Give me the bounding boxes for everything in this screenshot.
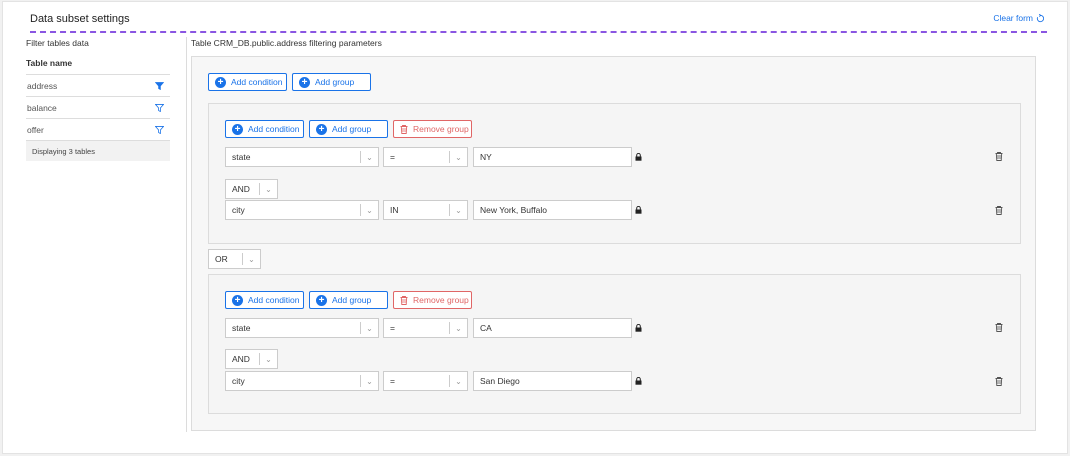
operator-select[interactable]: = ⌄	[383, 371, 468, 391]
lock-icon[interactable]	[635, 377, 642, 385]
remove-group-button[interactable]: Remove group	[393, 120, 472, 138]
value-text: New York, Buffalo	[480, 205, 547, 215]
trash-icon	[400, 124, 408, 134]
remove-group-button[interactable]: Remove group	[393, 291, 472, 309]
value-input[interactable]: New York, Buffalo	[473, 200, 632, 220]
add-condition-button[interactable]: + Add condition	[225, 291, 304, 309]
value-text: NY	[480, 152, 492, 162]
field-select[interactable]: state ⌄	[225, 147, 379, 167]
add-condition-label: Add condition	[231, 77, 283, 87]
filter-params-title: Table CRM_DB.public.address filtering pa…	[191, 38, 382, 48]
filter-icon[interactable]	[155, 103, 164, 112]
field-value: city	[232, 205, 245, 215]
chevron-down-icon: ⌄	[360, 151, 378, 163]
chevron-down-icon: ⌄	[449, 322, 467, 334]
tables-count: Displaying 3 tables	[26, 141, 170, 161]
value-input[interactable]: NY	[473, 147, 632, 167]
delete-condition-icon[interactable]	[995, 152, 1003, 161]
add-group-button[interactable]: + Add group	[309, 291, 388, 309]
value-input[interactable]: CA	[473, 318, 632, 338]
trash-icon	[400, 295, 408, 305]
chevron-down-icon: ⌄	[242, 253, 260, 265]
value-text: San Diego	[480, 376, 520, 386]
operator-value: =	[390, 323, 395, 333]
column-divider	[186, 37, 187, 432]
table-row-address[interactable]: address	[26, 75, 170, 97]
chevron-down-icon: ⌄	[449, 375, 467, 387]
clear-form-label: Clear form	[993, 13, 1033, 23]
page-title: Data subset settings	[30, 13, 130, 25]
table-row-label: balance	[27, 102, 57, 113]
operator-value: IN	[390, 205, 399, 215]
filter-tables-heading: Filter tables data	[26, 38, 89, 48]
group-join-select[interactable]: OR ⌄	[208, 249, 261, 269]
table-row-label: offer	[27, 124, 44, 135]
value-text: CA	[480, 323, 492, 333]
plus-icon: +	[232, 294, 243, 306]
table-name-header: Table name	[26, 58, 170, 75]
chevron-down-icon: ⌄	[360, 322, 378, 334]
table-row-offer[interactable]: offer	[26, 119, 170, 141]
chevron-down-icon: ⌄	[449, 204, 467, 216]
chevron-down-icon: ⌄	[259, 183, 277, 195]
field-select[interactable]: city ⌄	[225, 200, 379, 220]
remove-group-label: Remove group	[413, 295, 469, 305]
delete-condition-icon[interactable]	[995, 206, 1003, 215]
operator-value: =	[390, 376, 395, 386]
plus-icon: +	[299, 76, 310, 88]
delete-condition-icon[interactable]	[995, 377, 1003, 386]
tables-list: Filter tables data Table name address ba…	[26, 38, 170, 161]
operator-select[interactable]: = ⌄	[383, 318, 468, 338]
delete-condition-icon[interactable]	[995, 323, 1003, 332]
reset-icon	[1036, 13, 1045, 22]
filter-active-icon[interactable]	[155, 81, 164, 90]
add-group-label: Add group	[315, 77, 355, 87]
table-row-balance[interactable]: balance	[26, 97, 170, 119]
join-value: AND	[232, 354, 250, 364]
field-select[interactable]: city ⌄	[225, 371, 379, 391]
add-group-label: Add group	[332, 295, 372, 305]
join-operator-select[interactable]: AND ⌄	[225, 179, 278, 199]
group-join-value: OR	[215, 254, 228, 264]
chevron-down-icon: ⌄	[449, 151, 467, 163]
clear-form-button[interactable]: Clear form	[993, 13, 1045, 23]
add-condition-button[interactable]: + Add condition	[225, 120, 304, 138]
operator-select[interactable]: IN ⌄	[383, 200, 468, 220]
plus-icon: +	[316, 123, 327, 135]
chevron-down-icon: ⌄	[259, 353, 277, 365]
operator-select[interactable]: = ⌄	[383, 147, 468, 167]
chevron-down-icon: ⌄	[360, 204, 378, 216]
join-value: AND	[232, 184, 250, 194]
add-group-button[interactable]: + Add group	[309, 120, 388, 138]
root-group: + Add condition + Add group + Add condit…	[191, 56, 1036, 431]
add-condition-button[interactable]: + Add condition	[208, 73, 287, 91]
lock-icon[interactable]	[635, 324, 642, 332]
operator-value: =	[390, 152, 395, 162]
field-select[interactable]: state ⌄	[225, 318, 379, 338]
field-value: city	[232, 376, 245, 386]
field-value: state	[232, 323, 251, 333]
header-divider	[30, 31, 1047, 33]
field-value: state	[232, 152, 251, 162]
filter-icon[interactable]	[155, 125, 164, 134]
condition-group-2: + Add condition + Add group Remove group…	[208, 274, 1021, 414]
condition-group-1: + Add condition + Add group Remove group…	[208, 103, 1021, 244]
add-condition-label: Add condition	[248, 124, 300, 134]
table-row-label: address	[27, 80, 58, 91]
plus-icon: +	[232, 123, 243, 135]
join-operator-select[interactable]: AND ⌄	[225, 349, 278, 369]
value-input[interactable]: San Diego	[473, 371, 632, 391]
add-group-label: Add group	[332, 124, 372, 134]
lock-icon[interactable]	[635, 153, 642, 161]
chevron-down-icon: ⌄	[360, 375, 378, 387]
lock-icon[interactable]	[635, 206, 642, 214]
plus-icon: +	[215, 76, 226, 88]
plus-icon: +	[316, 294, 327, 306]
add-condition-label: Add condition	[248, 295, 300, 305]
add-group-button[interactable]: + Add group	[292, 73, 371, 91]
remove-group-label: Remove group	[413, 124, 469, 134]
